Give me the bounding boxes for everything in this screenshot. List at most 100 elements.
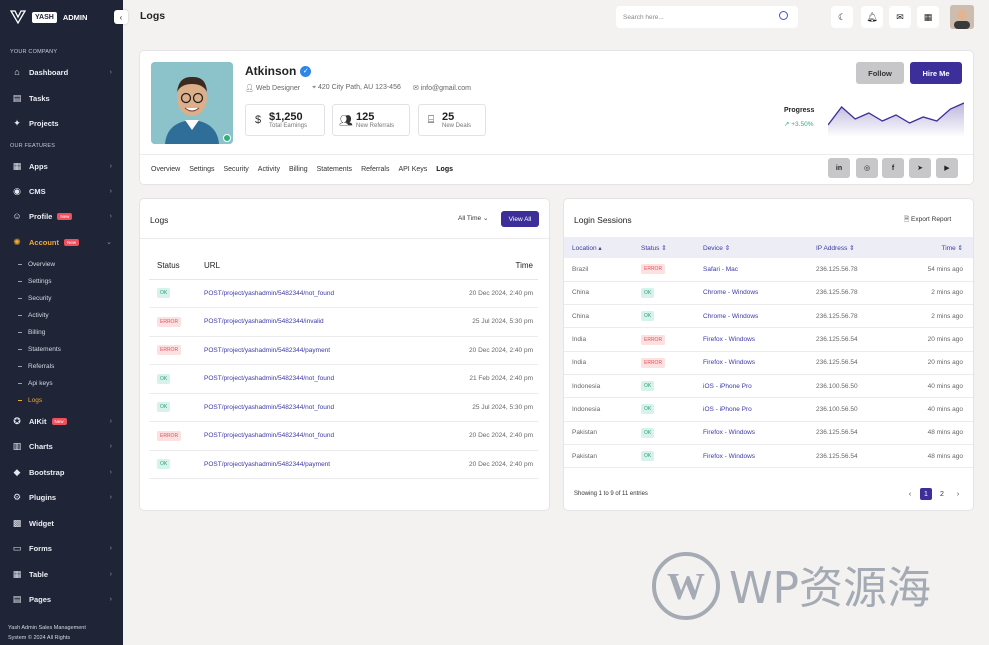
col-status: Status xyxy=(149,252,196,280)
tab-security[interactable]: Security xyxy=(223,166,248,173)
submenu-item-referrals[interactable]: Referrals xyxy=(18,360,54,372)
sidebar-item-label: Pages xyxy=(29,594,52,604)
follow-button[interactable]: Follow xyxy=(856,62,904,84)
submenu-item-settings[interactable]: Settings xyxy=(18,275,52,287)
dark-mode-button[interactable]: ☾ xyxy=(831,6,853,28)
sidebar-item-aikit[interactable]: ✪ AIKit New › xyxy=(0,410,123,432)
time-filter-label: All Time xyxy=(458,215,482,222)
url-link[interactable]: POST/project/yashadmin/5482344/payment xyxy=(196,450,416,479)
tab-referrals[interactable]: Referrals xyxy=(361,166,389,173)
submenu-item-security[interactable]: Security xyxy=(18,292,51,304)
watermark-logo-letter: W xyxy=(667,566,705,608)
user-icon: 👤︎ xyxy=(245,85,256,92)
next-page-button[interactable]: › xyxy=(952,488,964,500)
sidebar-item-account[interactable]: ✺ Account New ⌄ xyxy=(0,231,123,253)
aikit-icon: ✪ xyxy=(13,415,21,426)
instagram-button[interactable]: ◎ xyxy=(856,158,878,178)
table-row: Indonesia OK iOS - iPhone Pro 236.100.56.50… xyxy=(564,374,973,399)
moon-icon: ☾ xyxy=(837,11,847,22)
sidebar-item-apps[interactable]: ▦ Apps › xyxy=(0,155,123,177)
user-avatar[interactable] xyxy=(950,5,974,29)
url-link[interactable]: POST/project/yashadmin/5482344/not_found xyxy=(196,421,416,451)
facebook-button[interactable]: f xyxy=(882,158,904,178)
search-input[interactable]: Search here... xyxy=(616,6,798,28)
tab-logs[interactable]: Logs xyxy=(436,166,453,173)
sidebar-item-label: Plugins xyxy=(29,492,57,502)
profile-role-text: Web Designer xyxy=(255,85,301,92)
tab-statements[interactable]: Statements xyxy=(317,166,352,173)
tab-billing[interactable]: Billing xyxy=(289,166,308,173)
status-cell: ERROR xyxy=(149,336,196,365)
col-time[interactable]: Time ⇕ xyxy=(893,237,973,258)
submenu-item-overview[interactable]: Overview xyxy=(18,258,55,270)
calendar-button[interactable]: ▦ xyxy=(917,6,939,28)
telegram-button[interactable]: ➤ xyxy=(909,158,931,178)
page-1-button[interactable]: 1 xyxy=(920,488,932,500)
submenu-item-billing[interactable]: Billing xyxy=(18,326,45,338)
chevron-right-icon: › xyxy=(109,468,112,476)
export-report-button[interactable]: 🗎︎ Export Report xyxy=(904,215,951,226)
sidebar-collapse-button[interactable]: ‹ xyxy=(114,10,128,24)
sidebar-item-profile[interactable]: ☺ Profile New › xyxy=(0,205,123,227)
chevron-down-icon: ⌄ xyxy=(106,239,112,246)
sidebar-item-projects[interactable]: ✦ Projects xyxy=(0,112,123,134)
search-icon[interactable] xyxy=(779,11,788,20)
status-badge: OK xyxy=(157,288,171,299)
messages-button[interactable]: ✉ xyxy=(889,6,911,28)
location-cell: Indonesia xyxy=(564,374,633,399)
sidebar-item-forms[interactable]: ▭ Forms › xyxy=(0,537,123,559)
page-2-button[interactable]: 2 xyxy=(936,488,948,500)
submenu-item-logs[interactable]: Logs xyxy=(18,394,42,406)
table-row: Pakistan OK Firefox - Windows 236.125.56.54… xyxy=(564,444,973,469)
submenu-item-activity[interactable]: Activity xyxy=(18,309,49,321)
ip-cell: 236.100.56.50 xyxy=(808,397,893,422)
tab-activity[interactable]: Activity xyxy=(258,166,280,173)
col-device[interactable]: Device ⇕ xyxy=(695,237,808,258)
tab-api-keys[interactable]: API Keys xyxy=(398,166,427,173)
login-sessions-card: Login Sessions 🗎︎ Export Report Location… xyxy=(563,198,974,511)
col-ip[interactable]: IP Address ⇕ xyxy=(808,237,893,258)
youtube-button[interactable]: ▶ xyxy=(936,158,958,178)
sidebar-item-dashboard[interactable]: ⌂ Dashboard › xyxy=(0,61,123,83)
submenu-item-api-keys[interactable]: Api keys xyxy=(18,377,53,389)
tab-settings[interactable]: Settings xyxy=(189,166,214,173)
watermark: W WP资源海 xyxy=(652,552,931,620)
bootstrap-icon: ◆ xyxy=(13,466,21,477)
url-link[interactable]: POST/project/yashadmin/5482344/not_found xyxy=(196,364,416,394)
prev-page-button[interactable]: ‹ xyxy=(904,488,916,500)
url-link[interactable]: POST/project/yashadmin/5482344/payment xyxy=(196,336,416,365)
sidebar-item-bootstrap[interactable]: ◆ Bootstrap › xyxy=(0,461,123,483)
sidebar-item-cms[interactable]: ◉ CMS › xyxy=(0,180,123,202)
sidebar-item-table[interactable]: ▦ Table › xyxy=(0,563,123,585)
profile-email[interactable]: ✉ info@gmail.com xyxy=(413,84,471,92)
sidebar-item-plugins[interactable]: ⚙ Plugins › xyxy=(0,486,123,508)
sidebar-item-tasks[interactable]: ▤ Tasks xyxy=(0,87,123,109)
sidebar-item-label: Tasks xyxy=(29,93,50,103)
col-status[interactable]: Status ⇕ xyxy=(633,237,695,258)
url-link[interactable]: POST/project/yashadmin/5482344/invalid xyxy=(196,307,416,337)
status-badge: ERROR xyxy=(157,316,182,327)
view-all-button[interactable]: View All xyxy=(501,211,539,227)
url-link[interactable]: POST/project/yashadmin/5482344/not_found xyxy=(196,279,416,308)
tab-overview[interactable]: Overview xyxy=(151,166,180,173)
submenu-item-statements[interactable]: Statements xyxy=(18,343,61,355)
sidebar-item-charts[interactable]: ▥ Charts › xyxy=(0,435,123,457)
hire-me-button[interactable]: Hire Me xyxy=(910,62,962,84)
stat-new-deals: ⌸ 25 New Deals xyxy=(418,104,486,136)
brand[interactable]: YASH ADMIN xyxy=(0,0,123,34)
table-row: ERROR POST/project/yashadmin/5482344/not_… xyxy=(149,421,538,451)
notifications-button[interactable]: 🔔︎ xyxy=(861,6,883,28)
status-cell: ERROR xyxy=(149,307,196,337)
sidebar-item-label: Projects xyxy=(29,118,59,128)
url-link[interactable]: POST/project/yashadmin/5482344/not_found xyxy=(196,393,416,422)
sidebar-item-widget[interactable]: ▩ Widget xyxy=(0,512,123,534)
account-icon: ✺ xyxy=(13,236,21,247)
col-location[interactable]: Location ▴ xyxy=(564,237,633,258)
table-row: OK POST/project/yashadmin/5482344/not_fou… xyxy=(149,364,538,394)
sidebar-footer: Yash Admin Sales Management System © 202… xyxy=(8,623,86,643)
linkedin-button[interactable]: in xyxy=(828,158,850,178)
users-icon: 👥︎ xyxy=(339,114,353,127)
sidebar-item-pages[interactable]: ▤ Pages › xyxy=(0,588,123,610)
time-filter-dropdown[interactable]: All Time ⌄ xyxy=(458,214,488,222)
stat-label: New Deals xyxy=(442,122,472,129)
